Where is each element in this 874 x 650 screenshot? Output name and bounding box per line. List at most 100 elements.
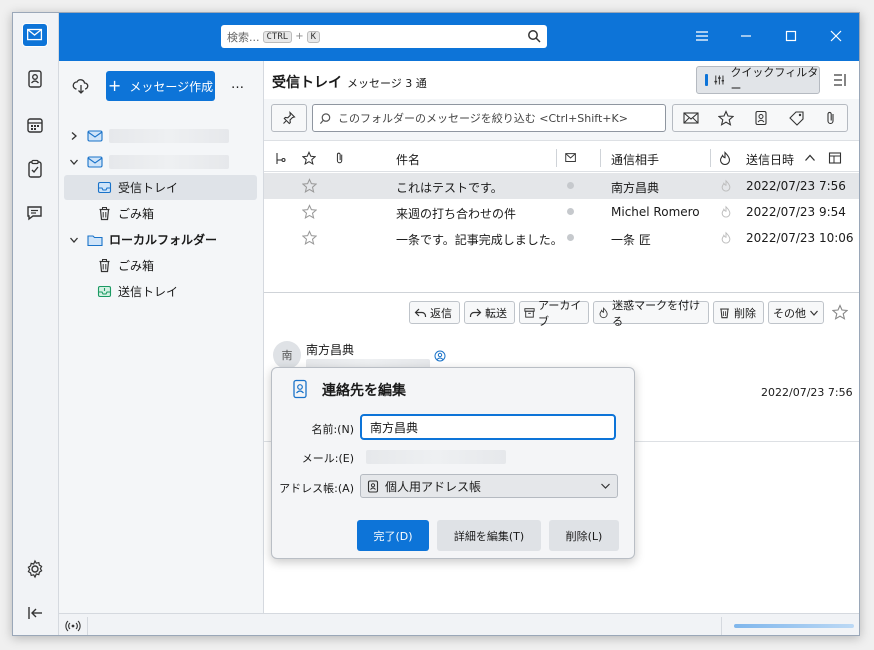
archive-label: アーカイブ [538, 298, 582, 328]
get-messages-icon[interactable] [72, 77, 90, 95]
online-status-icon[interactable] [65, 619, 81, 633]
archive-button[interactable]: アーカイブ [519, 299, 589, 328]
list-display-options-icon[interactable] [832, 72, 848, 88]
date-column-header[interactable]: 送信日時 [746, 151, 794, 168]
star-toggle-icon[interactable] [302, 178, 317, 193]
star-toggle-icon[interactable] [302, 230, 317, 245]
folder-label: 送信トレイ [118, 285, 179, 299]
chat-icon[interactable] [25, 203, 45, 223]
folder-item-local-folders[interactable]: ローカルフォルダー [64, 227, 257, 252]
new-message-button[interactable]: + メッセージ作成 [106, 71, 215, 101]
star-toggle-icon[interactable] [302, 204, 317, 219]
junk-flame-icon[interactable] [720, 205, 732, 218]
tag-filter-icon[interactable] [788, 110, 806, 126]
message-correspondent: Michel Romero [611, 205, 700, 219]
junk-flame-icon[interactable] [720, 179, 732, 192]
message-subject: これはテストです。 [396, 181, 503, 195]
reply-button[interactable]: 返信 [409, 301, 460, 324]
unread-filter-icon[interactable] [683, 111, 699, 125]
sort-ascending-icon[interactable] [804, 153, 816, 163]
read-dot-icon[interactable] [567, 208, 574, 215]
close-icon[interactable] [827, 27, 845, 45]
message-subject: 来週の打ち合わせの件 [396, 207, 517, 221]
subject-column-header[interactable]: 件名 [396, 151, 420, 168]
chevron-down-icon[interactable] [69, 157, 79, 167]
column-divider[interactable] [600, 149, 601, 167]
title-bar: 検索... CTRL + K [13, 13, 859, 61]
email-value-redacted [366, 450, 506, 464]
account-row-1[interactable] [64, 123, 257, 148]
junk-column-icon[interactable] [718, 151, 732, 165]
chevron-right-icon[interactable] [69, 131, 79, 141]
forward-button[interactable]: 転送 [464, 301, 515, 324]
edit-contact-popup: 連絡先を編集 名前:(N) 南方昌典 メール:(E) アドレス帳:(A) 個人用… [271, 367, 635, 559]
search-icon [319, 112, 331, 124]
folder-item-outbox[interactable]: 送信トレイ [64, 279, 257, 304]
filter-search-input[interactable]: このフォルダーのメッセージを絞り込む <Ctrl+Shift+K> [312, 104, 666, 132]
collapse-spaces-icon[interactable] [25, 603, 45, 623]
folder-pane-more-button[interactable]: … [231, 77, 244, 92]
settings-gear-icon[interactable] [25, 559, 45, 579]
delete-contact-label: 削除(L) [565, 529, 603, 543]
message-count: メッセージ 3 通 [347, 77, 427, 90]
sender-name[interactable]: 南方昌典 [306, 341, 354, 358]
folder-item-trash[interactable]: ごみ箱 [64, 201, 257, 226]
attachment-column-icon[interactable] [334, 151, 346, 165]
address-book-icon [293, 379, 307, 399]
quick-filter-button[interactable]: クイックフィルター [696, 66, 820, 95]
more-actions-button[interactable]: その他 [768, 301, 824, 324]
star-message-icon[interactable] [832, 304, 848, 320]
thread-column-icon[interactable] [274, 152, 286, 166]
mark-junk-button[interactable]: 迷惑マークを付ける [593, 299, 709, 328]
minimize-icon[interactable] [737, 27, 755, 45]
done-label: 完了(D) [373, 529, 413, 543]
address-book-value: 個人用アドレス帳 [385, 479, 482, 494]
global-search-input[interactable]: 検索... CTRL + K [221, 25, 547, 48]
plus-icon: + [107, 76, 122, 95]
delete-button[interactable]: 削除 [713, 301, 764, 324]
sticky-filter-button[interactable] [271, 104, 307, 132]
star-column-icon[interactable] [302, 151, 316, 165]
message-row[interactable]: これはテストです。 南方昌典 2022/07/23 7:56 [264, 173, 859, 199]
calendar-icon[interactable] [25, 115, 45, 135]
starred-filter-icon[interactable] [718, 110, 734, 126]
chevron-down-icon[interactable] [69, 235, 79, 245]
status-divider [87, 617, 88, 635]
message-row[interactable]: 一条です。記事完成しました。 一条 匠 2022/07/23 10:06 [264, 225, 859, 251]
address-book-icon[interactable] [25, 69, 45, 89]
name-input[interactable]: 南方昌典 [360, 414, 616, 440]
column-picker-icon[interactable] [828, 151, 842, 165]
contact-filter-icon[interactable] [753, 110, 769, 126]
message-date: 2022/07/23 10:06 [746, 231, 854, 245]
delete-contact-button[interactable]: 削除(L) [549, 520, 619, 551]
folder-item-local-trash[interactable]: ごみ箱 [64, 253, 257, 278]
column-divider[interactable] [710, 149, 711, 167]
delete-label: 削除 [734, 306, 756, 320]
maximize-icon[interactable] [782, 27, 800, 45]
account-mail-icon [87, 155, 103, 168]
folder-item-inbox[interactable]: 受信トレイ [64, 175, 257, 200]
contact-icon[interactable] [434, 350, 446, 362]
address-book-label: アドレス帳:(A) [279, 482, 354, 495]
avatar: 南 [273, 341, 301, 369]
tasks-icon[interactable] [25, 159, 45, 179]
correspondent-column-header[interactable]: 通信相手 [611, 151, 659, 168]
column-divider[interactable] [556, 149, 557, 167]
chevron-down-icon [601, 483, 610, 489]
attachment-filter-icon[interactable] [824, 110, 838, 126]
message-row[interactable]: 来週の打ち合わせの件 Michel Romero 2022/07/23 9:54 [264, 199, 859, 225]
done-button[interactable]: 完了(D) [357, 520, 429, 551]
app-menu-icon[interactable] [693, 27, 711, 45]
folder-name: 受信トレイ [272, 75, 342, 91]
read-dot-icon[interactable] [567, 182, 574, 189]
activity-progress-bar [734, 624, 854, 628]
mail-space-icon[interactable] [22, 23, 48, 47]
account-row-2[interactable] [64, 149, 257, 174]
address-book-select[interactable]: 個人用アドレス帳 [360, 474, 618, 498]
read-status-column-icon[interactable] [564, 151, 578, 165]
forward-icon [469, 308, 482, 317]
edit-details-button[interactable]: 詳細を編集(T) [437, 520, 541, 551]
read-dot-icon[interactable] [567, 234, 574, 241]
search-icon[interactable] [527, 29, 541, 43]
junk-flame-icon[interactable] [720, 231, 732, 244]
